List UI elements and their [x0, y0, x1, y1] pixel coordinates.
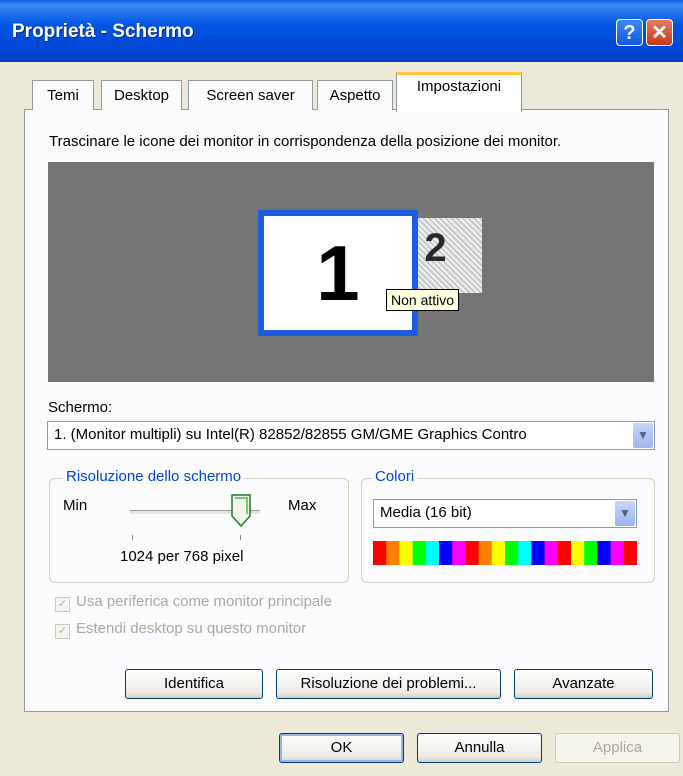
window-title: Proprietà - Schermo [12, 21, 194, 42]
chevron-down-icon[interactable]: ▼ [633, 423, 653, 448]
screen-select-value: 1. (Monitor multipli) su Intel(R) 82852/… [54, 426, 527, 443]
checkbox-extend-desktop[interactable]: ✓ [55, 624, 70, 639]
colors-group [361, 478, 655, 583]
slider-tick-min [132, 535, 133, 540]
palette-swatch [465, 541, 480, 565]
identify-button[interactable]: Identifica [125, 669, 263, 699]
palette-swatch [386, 541, 400, 565]
palette-swatch [478, 541, 493, 565]
checkbox-primary-monitor-label: Usa periferica come monitor principale [76, 593, 332, 610]
tab-screen-saver[interactable]: Screen saver [188, 80, 313, 110]
instruction-text: Trascinare le icone dei monitor in corri… [49, 133, 562, 150]
palette-swatch [491, 541, 506, 565]
color-depth-select[interactable]: Media (16 bit) ▼ [373, 499, 637, 528]
ok-button[interactable]: OK [279, 733, 404, 763]
monitor-arrangement-area[interactable]: 2 1 Non attivo [48, 162, 654, 382]
resolution-max-label: Max [288, 497, 317, 514]
help-button[interactable]: ? [616, 19, 643, 46]
monitor-tooltip: Non attivo [386, 289, 460, 311]
palette-swatch [425, 541, 440, 565]
color-palette-bar [373, 541, 637, 565]
title-bar[interactable]: Proprietà - Schermo ? ✕ [0, 0, 683, 62]
colors-legend: Colori [372, 468, 418, 485]
palette-swatch [623, 541, 637, 565]
screen-label: Schermo: [48, 399, 113, 416]
monitor-1-icon[interactable]: 1 [258, 210, 418, 336]
palette-swatch [518, 541, 532, 565]
palette-swatch [452, 541, 466, 565]
palette-swatch [531, 541, 546, 565]
checkbox-primary-monitor[interactable]: ✓ [55, 597, 70, 612]
palette-swatch [584, 541, 598, 565]
tab-temi[interactable]: Temi [32, 80, 94, 110]
palette-swatch [439, 541, 453, 565]
palette-swatch [505, 541, 519, 565]
palette-swatch [557, 541, 572, 565]
chevron-down-icon[interactable]: ▼ [615, 501, 635, 526]
palette-swatch [412, 541, 427, 565]
checkbox-extend-desktop-label: Estendi desktop su questo monitor [76, 620, 307, 637]
palette-swatch [610, 541, 625, 565]
resolution-min-label: Min [63, 497, 88, 514]
screen-select[interactable]: 1. (Monitor multipli) su Intel(R) 82852/… [47, 421, 655, 450]
resolution-legend: Risoluzione dello schermo [63, 468, 245, 485]
cancel-button[interactable]: Annulla [417, 733, 542, 763]
palette-swatch [544, 541, 559, 565]
slider-tick-max [240, 535, 241, 540]
tab-impostazioni[interactable]: Impostazioni [396, 72, 522, 112]
resolution-group [49, 478, 349, 583]
palette-swatch [597, 541, 612, 565]
color-depth-value: Media (16 bit) [380, 504, 472, 521]
palette-swatch [571, 541, 585, 565]
close-button[interactable]: ✕ [646, 19, 673, 46]
apply-button[interactable]: Applica [555, 733, 680, 763]
advanced-button[interactable]: Avanzate [514, 669, 653, 699]
palette-swatch [399, 541, 414, 565]
tab-desktop[interactable]: Desktop [101, 80, 182, 110]
resolution-slider-thumb[interactable] [230, 494, 251, 527]
tab-aspetto[interactable]: Aspetto [317, 80, 393, 110]
palette-swatch [373, 541, 387, 565]
resolution-value: 1024 per 768 pixel [120, 548, 244, 565]
troubleshoot-button[interactable]: Risoluzione dei problemi... [276, 669, 501, 699]
